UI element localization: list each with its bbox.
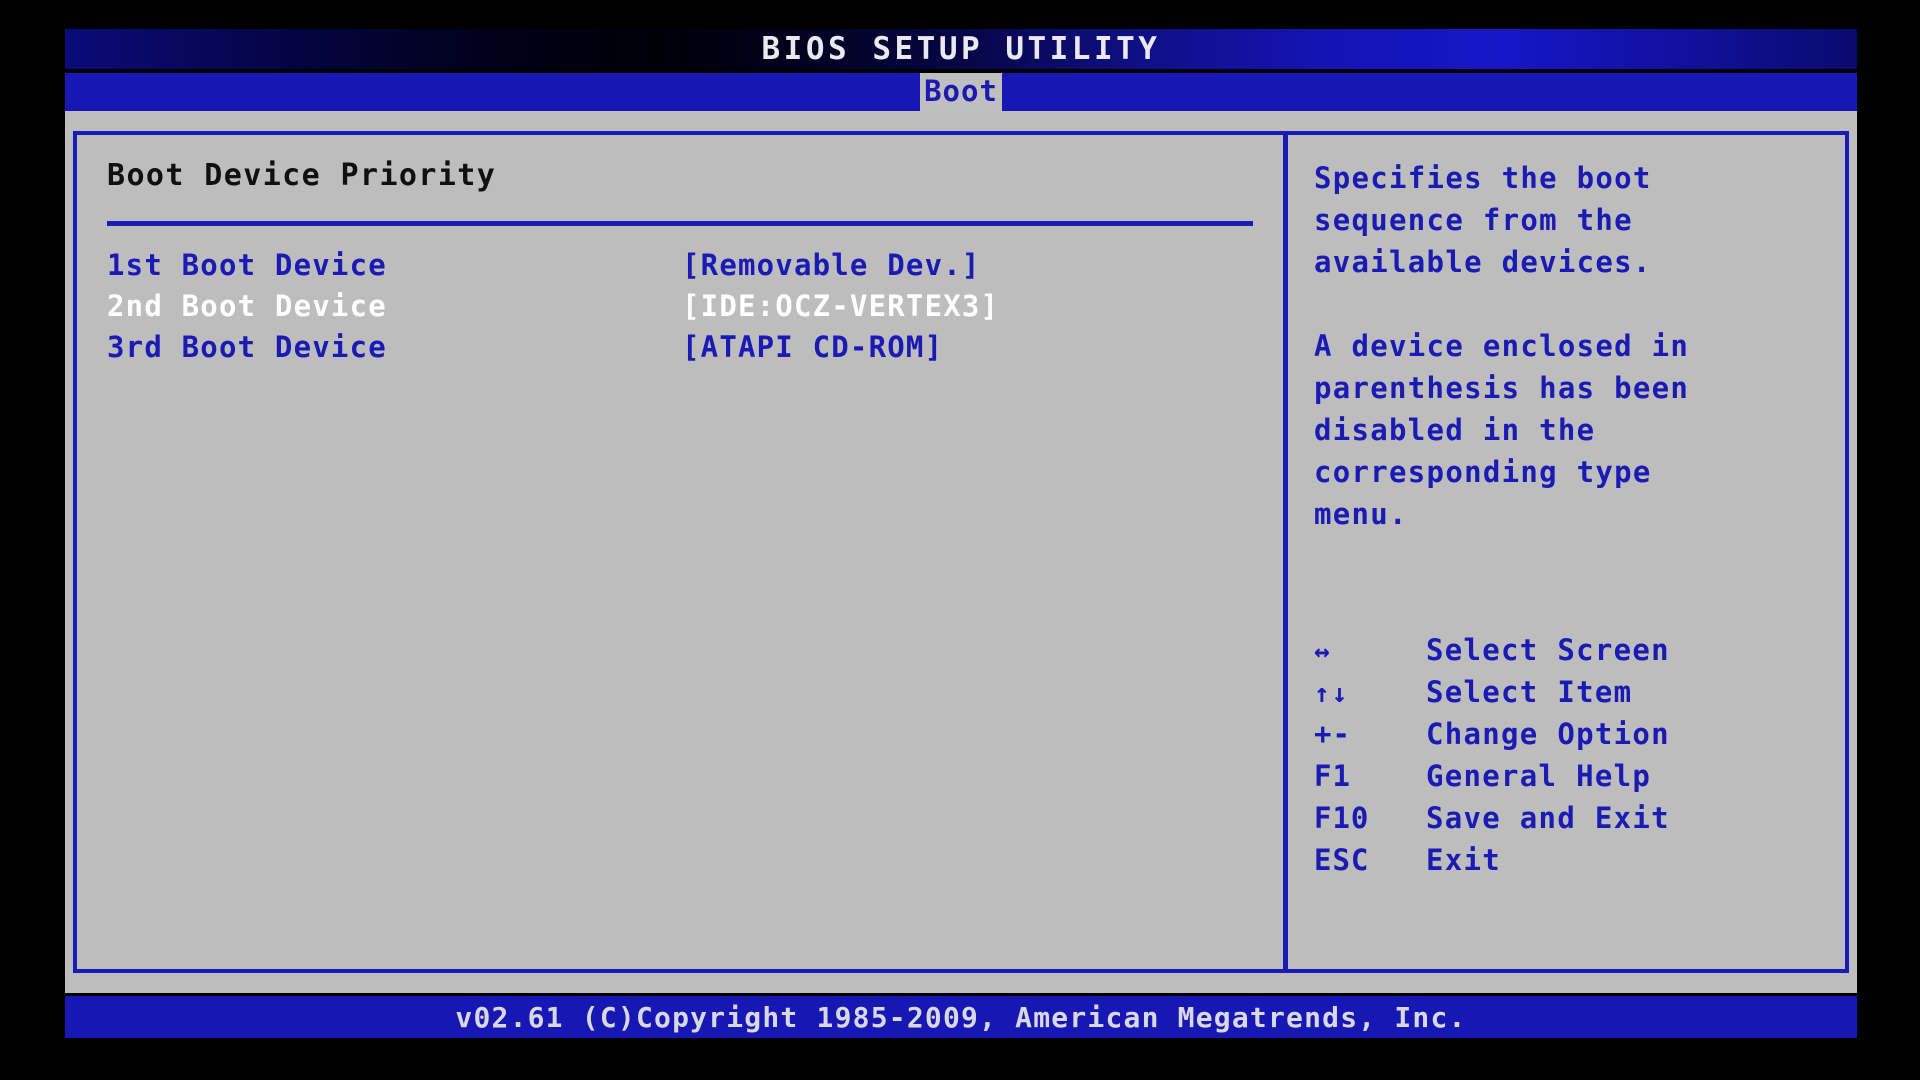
title-bar: BIOS SETUP UTILITY (65, 29, 1857, 69)
legend-label-save-and-exit: Save and Exit (1426, 801, 1670, 835)
boot-device-label-2: 2nd Boot Device (107, 289, 387, 323)
up-down-arrow-icon: ↑↓ (1314, 679, 1350, 709)
boot-device-value-1[interactable]: [Removable Dev.] (682, 248, 981, 282)
plus-minus-icon: +- (1314, 717, 1351, 751)
boot-device-row-2[interactable]: 2nd Boot Device [IDE:OCZ-VERTEX3] (107, 289, 1283, 330)
boot-device-label-1: 1st Boot Device (107, 248, 387, 282)
body-area: Boot Device Priority 1st Boot Device [Re… (65, 111, 1857, 993)
section-divider (107, 221, 1253, 226)
legend-label-select-item: Select Item (1426, 675, 1633, 709)
legend-row-general-help: F1 General Help (1314, 759, 1871, 801)
boot-device-value-2[interactable]: [IDE:OCZ-VERTEX3] (682, 289, 999, 323)
footer-bar: v02.61 (C)Copyright 1985-2009, American … (65, 996, 1857, 1038)
f1-key-icon: F1 (1314, 759, 1351, 793)
boot-device-value-3[interactable]: [ATAPI CD-ROM] (682, 330, 943, 364)
boot-device-priority-panel: Boot Device Priority 1st Boot Device [Re… (77, 135, 1283, 969)
page-title: BIOS SETUP UTILITY (761, 31, 1161, 67)
esc-key-icon: ESC (1314, 843, 1370, 877)
section-title: Boot Device Priority (107, 158, 497, 193)
legend-row-exit: ESC Exit (1314, 843, 1871, 885)
boot-device-label-3: 3rd Boot Device (107, 330, 387, 364)
legend-row-select-item: ↑↓ Select Item (1314, 675, 1871, 717)
legend-row-save-and-exit: F10 Save and Exit (1314, 801, 1871, 843)
legend-row-change-option: +- Change Option (1314, 717, 1871, 759)
help-spacer (1314, 283, 1845, 325)
menu-bar: Boot (65, 73, 1857, 111)
copyright-text: v02.61 (C)Copyright 1985-2009, American … (455, 1000, 1467, 1034)
boot-device-row-1[interactable]: 1st Boot Device [Removable Dev.] (107, 248, 1283, 289)
left-right-arrow-icon: ↔ (1314, 637, 1332, 667)
tab-boot[interactable]: Boot (920, 73, 1002, 111)
legend-label-change-option: Change Option (1426, 717, 1670, 751)
legend-label-general-help: General Help (1426, 759, 1652, 793)
boot-device-list: 1st Boot Device [Removable Dev.] 2nd Boo… (107, 248, 1283, 371)
legend-label-select-screen: Select Screen (1426, 633, 1670, 667)
boot-device-row-3[interactable]: 3rd Boot Device [ATAPI CD-ROM] (107, 330, 1283, 371)
tab-strip: Boot (65, 73, 1857, 111)
bios-screen: BIOS SETUP UTILITY Boot Boot Device Prio… (0, 0, 1920, 1080)
legend-label-exit: Exit (1426, 843, 1502, 877)
panel-frame: Boot Device Priority 1st Boot Device [Re… (73, 131, 1849, 973)
help-text-primary: Specifies the boot sequence from the ava… (1314, 161, 1652, 279)
help-text-secondary: A device enclosed in parenthesis has bee… (1314, 329, 1690, 531)
key-legend: ↔ Select Screen ↑↓ Select Item +- Change… (1314, 633, 1871, 885)
help-panel: Specifies the boot sequence from the ava… (1288, 135, 1845, 969)
f10-key-icon: F10 (1314, 801, 1370, 835)
legend-row-select-screen: ↔ Select Screen (1314, 633, 1871, 675)
